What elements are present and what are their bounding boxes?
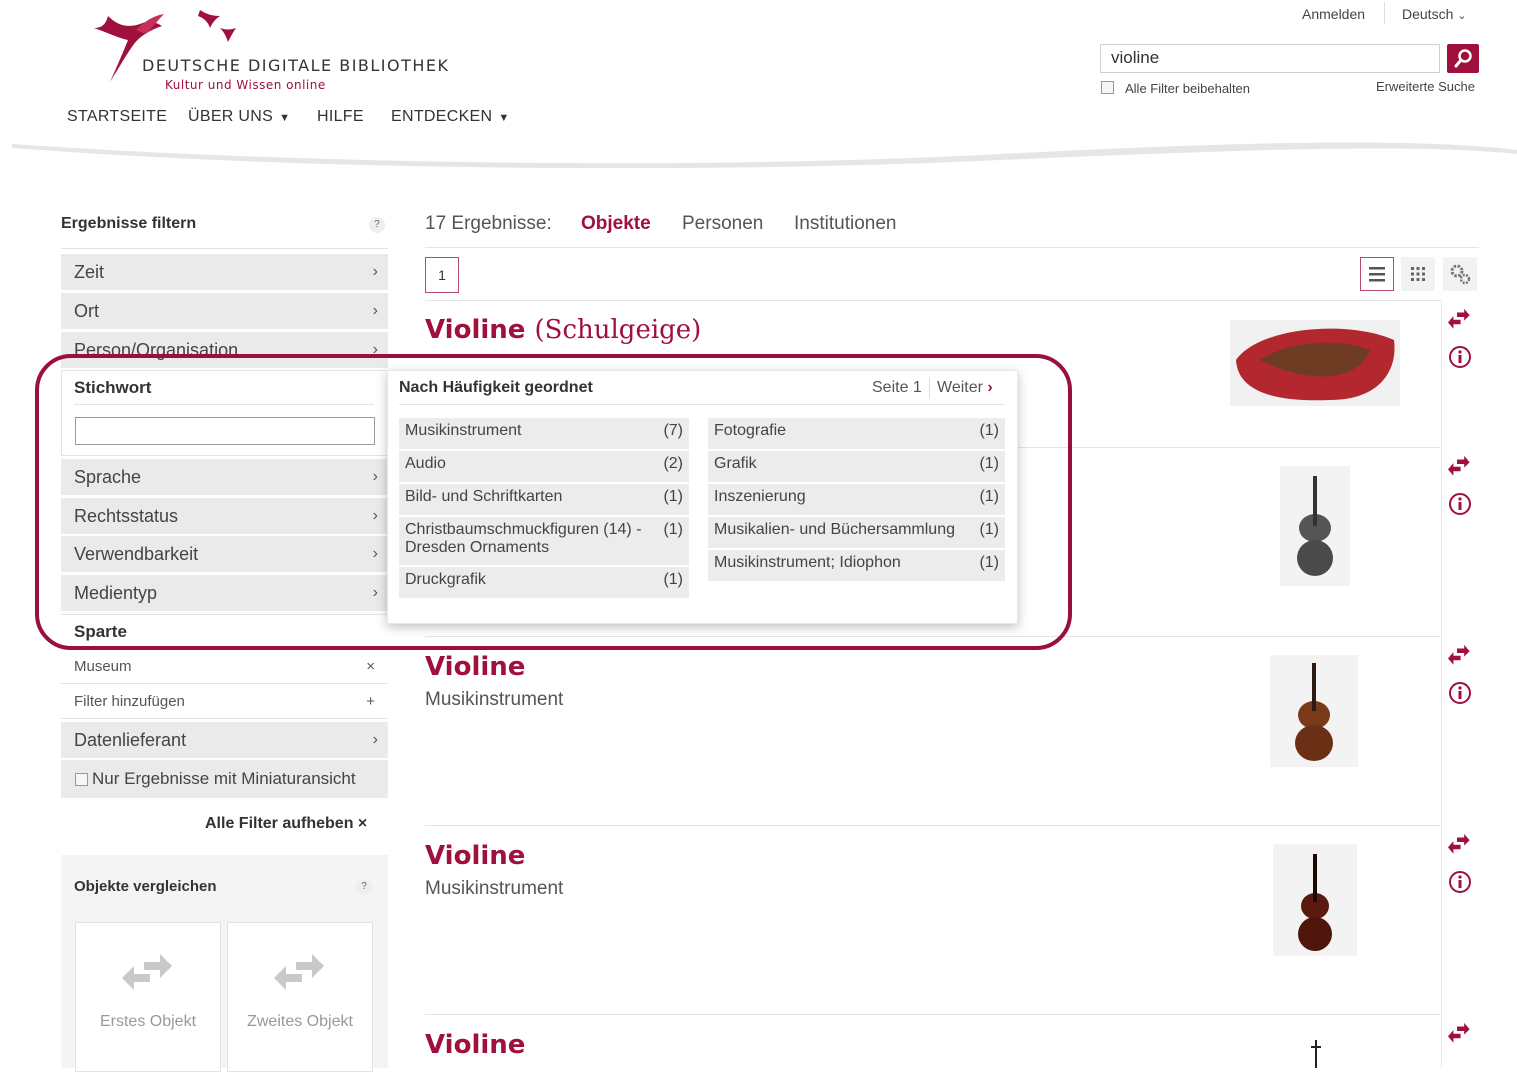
- nav-ueber-uns[interactable]: ÜBER UNS ▼: [188, 108, 290, 126]
- result-thumbnail[interactable]: [1270, 655, 1358, 767]
- add-filter-item[interactable]: Filter hinzufügen +: [61, 685, 388, 719]
- clear-all-filters-link[interactable]: Alle Filter aufheben ×: [205, 815, 367, 833]
- nav-entdecken[interactable]: ENTDECKEN ▼: [391, 108, 510, 126]
- compare-icon[interactable]: [1448, 833, 1472, 857]
- facet-label: Datenlieferant: [74, 730, 187, 750]
- result-subtitle: Musikinstrument: [425, 689, 564, 710]
- result-count: 17 Ergebnisse:: [425, 213, 552, 234]
- filter-heading: Ergebnisse filtern: [61, 215, 197, 232]
- header-divider: [1384, 2, 1385, 24]
- result-title-main: Violine: [425, 315, 526, 345]
- facet-datenlieferant[interactable]: Datenlieferant ›: [61, 722, 388, 758]
- miniatur-filter[interactable]: Nur Ergebnisse mit Miniaturansicht: [61, 760, 388, 798]
- result-title[interactable]: Violine: [425, 1030, 525, 1060]
- compare-slot-first[interactable]: [75, 922, 221, 1072]
- logo-bird-icon[interactable]: [88, 6, 248, 88]
- plus-icon: +: [366, 693, 375, 710]
- help-icon[interactable]: ?: [369, 217, 385, 233]
- sparte-item-museum[interactable]: Museum ×: [61, 650, 388, 684]
- result-title[interactable]: Violine: [425, 652, 525, 682]
- nav-ueber-uns-label: ÜBER UNS: [188, 108, 274, 125]
- compare-icon[interactable]: [1448, 308, 1472, 332]
- nav-entdecken-label: ENTDECKEN: [391, 108, 493, 125]
- divider: [425, 825, 1440, 826]
- miniatur-checkbox[interactable]: [75, 773, 88, 787]
- facet-label: Zeit: [74, 262, 105, 282]
- compare-arrows-icon: [274, 954, 324, 990]
- result-title[interactable]: Violine (Schulgeige): [425, 315, 701, 345]
- advanced-search-link[interactable]: Erweiterte Suche: [1376, 79, 1475, 94]
- highlight-outline: [35, 354, 1072, 650]
- info-icon[interactable]: [1448, 681, 1472, 705]
- facet-zeit[interactable]: Zeit ›: [61, 254, 388, 290]
- miniatur-label: Nur Ergebnisse mit Miniaturansicht: [92, 769, 356, 788]
- chevron-down-icon: ⌄: [1457, 10, 1467, 22]
- compare-slot-second-label: Zweites Objekt: [247, 1013, 353, 1030]
- logo-subtitle: Kultur und Wissen online: [165, 78, 326, 92]
- result-thumbnail[interactable]: [1306, 1036, 1326, 1068]
- result-title-extra: (Schulgeige): [534, 315, 702, 345]
- search-button[interactable]: [1447, 44, 1479, 73]
- compare-arrows-icon: [122, 954, 172, 990]
- tab-objekte[interactable]: Objekte: [581, 213, 651, 235]
- gears-icon: [1450, 264, 1471, 285]
- nav-startseite[interactable]: STARTSEITE: [67, 108, 167, 126]
- chevron-right-icon: ›: [372, 263, 378, 280]
- settings-button[interactable]: [1443, 257, 1477, 291]
- chevron-down-icon: ▼: [498, 112, 510, 124]
- divider: [61, 248, 388, 249]
- divider: [425, 1014, 1440, 1015]
- chevron-down-icon: ▼: [279, 112, 291, 124]
- tab-institutionen[interactable]: Institutionen: [794, 213, 896, 235]
- compare-slot-second[interactable]: [227, 922, 373, 1072]
- grid-view-icon: [1411, 267, 1425, 281]
- logo-title[interactable]: DEUTSCHE DIGITALE BIBLIOTHEK: [142, 56, 450, 75]
- chevron-right-icon: ›: [372, 731, 378, 748]
- search-input[interactable]: violine: [1100, 44, 1440, 73]
- list-view-button[interactable]: [1360, 257, 1394, 291]
- chevron-right-icon: ›: [372, 302, 378, 319]
- result-thumbnail[interactable]: [1273, 844, 1357, 956]
- compare-icon[interactable]: [1448, 644, 1472, 668]
- result-thumbnail[interactable]: [1280, 466, 1350, 586]
- list-view-icon: [1369, 267, 1385, 282]
- keep-filters-checkbox[interactable]: [1101, 81, 1114, 94]
- header-swoosh: [12, 142, 1517, 169]
- page-1-button[interactable]: 1: [425, 257, 459, 293]
- result-subtitle: Musikinstrument: [425, 878, 564, 899]
- search-icon: [1454, 49, 1472, 68]
- add-filter-label: Filter hinzufügen: [74, 693, 185, 710]
- info-icon[interactable]: [1448, 870, 1472, 894]
- help-icon[interactable]: ?: [356, 879, 372, 895]
- sparte-item-label: Museum: [74, 658, 132, 675]
- compare-icon[interactable]: [1448, 1022, 1472, 1046]
- info-icon[interactable]: [1448, 492, 1472, 516]
- login-link[interactable]: Anmelden: [1302, 6, 1365, 22]
- divider: [425, 247, 1479, 248]
- keep-filters-label: Alle Filter beibehalten: [1125, 81, 1251, 96]
- result-thumbnail[interactable]: [1230, 320, 1400, 406]
- tab-personen[interactable]: Personen: [682, 213, 763, 235]
- grid-view-button[interactable]: [1401, 257, 1435, 291]
- nav-hilfe[interactable]: HILFE: [317, 108, 364, 126]
- info-icon[interactable]: [1448, 345, 1472, 369]
- facet-ort[interactable]: Ort ›: [61, 293, 388, 329]
- facet-label: Ort: [74, 301, 99, 321]
- divider: [425, 300, 1479, 301]
- result-title[interactable]: Violine: [425, 841, 525, 871]
- compare-slot-first-label: Erstes Objekt: [99, 1013, 197, 1030]
- language-label: Deutsch: [1402, 6, 1454, 22]
- language-select[interactable]: Deutsch ⌄: [1402, 6, 1466, 22]
- close-icon[interactable]: ×: [366, 650, 375, 684]
- compare-title: Objekte vergleichen: [74, 878, 217, 895]
- compare-icon[interactable]: [1448, 455, 1472, 479]
